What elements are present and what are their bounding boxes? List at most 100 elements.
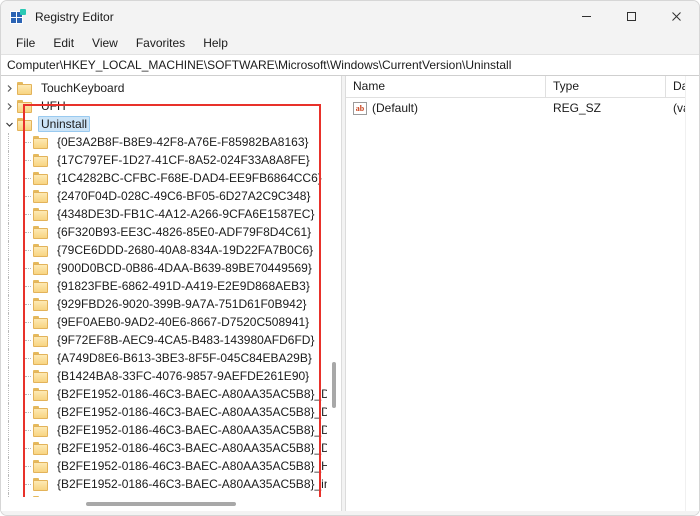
values-column-header: Name Type Data [346,76,699,98]
tree-guide-branch [17,367,33,385]
folder-icon [33,135,49,149]
folder-icon [33,351,49,365]
registry-tree-item[interactable]: {9F72EF8B-AEC9-4CA5-B483-143980AFD6FD} [1,331,341,349]
tree-guide [1,475,17,493]
registry-tree-item[interactable]: {79CE6DDD-2680-40A8-834A-19D22FA7B0C6} [1,241,341,259]
tree-vertical-scrollbar[interactable] [327,76,341,511]
registry-tree-item[interactable]: {B2FE1952-0186-46C3-BAEC-A80AA35AC5B8}_D… [1,439,341,457]
folder-icon [33,387,49,401]
chevron-down-icon[interactable] [1,120,17,129]
column-header-name[interactable]: Name [346,76,546,97]
registry-tree-item[interactable]: {A749D8E6-B613-3BE3-8F5F-045C84EBA29B} [1,349,341,367]
registry-key-label: {17C797EF-1D27-41CF-8A52-024F33A8A8FE} [57,153,310,167]
title-bar-left: Registry Editor [1,8,114,25]
folder-icon [33,153,49,167]
registry-values-pane: Name Type Data ab(Default)REG_SZ(value i [346,76,699,511]
tree-vertical-scroll-thumb[interactable] [332,362,336,408]
folder-icon [33,477,49,491]
registry-key-label: Uninstall [38,116,91,132]
tree-guide [1,259,17,277]
editor-content: TouchKeyboard UFH Uninstall {0E3A2B8F-B8E9-… [1,76,699,511]
folder-icon [33,279,49,293]
tree-guide [1,385,17,403]
registry-tree-item[interactable]: {B2FE1952-0186-46C3-BAEC-A80AA35AC5B8}_D… [1,421,341,439]
column-header-type[interactable]: Type [546,76,666,97]
tree-guide [1,439,17,457]
chevron-right-icon[interactable] [1,84,17,93]
tree-guide [1,313,17,331]
tree-guide-branch [17,331,33,349]
menu-item-favorites[interactable]: Favorites [127,34,194,52]
tree-guide [1,403,17,421]
tree-horizontal-scrollbar[interactable] [1,497,341,511]
chevron-right-icon[interactable] [1,102,17,111]
registry-tree-item[interactable]: UFH [1,97,341,115]
registry-key-label: {B2FE1952-0186-46C3-BAEC-A80AA35AC5B8}_D… [57,423,341,437]
registry-tree-item[interactable]: {B1424BA8-33FC-4076-9857-9AEFDE261E90} [1,367,341,385]
registry-tree-item[interactable]: {B2FE1952-0186-46C3-BAEC-A80AA35AC5B8}_D… [1,385,341,403]
registry-tree-item[interactable]: {929FBD26-9020-399B-9A7A-751D61F0B942} [1,295,341,313]
registry-tree-item[interactable]: {2470F04D-028C-49C6-BF05-6D27A2C9C348} [1,187,341,205]
tree-guide [1,133,17,151]
registry-tree-item[interactable]: {0E3A2B8F-B8E9-42F8-A76E-F85982BA8163} [1,133,341,151]
string-value-icon: ab [353,101,367,115]
registry-key-label: {9F72EF8B-AEC9-4CA5-B483-143980AFD6FD} [57,333,315,347]
menu-item-file[interactable]: File [7,34,44,52]
tree-guide [1,241,17,259]
values-list: ab(Default)REG_SZ(value i [346,98,699,118]
registry-tree-item[interactable]: {91823FBE-6862-491D-A419-E2E9D868AEB3} [1,277,341,295]
folder-icon [33,297,49,311]
minimize-button[interactable] [564,1,609,32]
registry-key-label: TouchKeyboard [41,81,125,95]
registry-tree-item[interactable]: {900D0BCD-0B86-4DAA-B639-89BE70449569} [1,259,341,277]
menu-item-edit[interactable]: Edit [44,34,83,52]
menu-item-view[interactable]: View [83,34,127,52]
tree-guide [1,205,17,223]
tree-guide [1,295,17,313]
menu-item-help[interactable]: Help [194,34,237,52]
tree-guide-branch [17,169,33,187]
registry-editor-icon [10,8,26,25]
folder-icon [33,369,49,383]
registry-tree-item[interactable]: Uninstall [1,115,341,133]
registry-tree-item[interactable]: {1C4282BC-CFBC-F68E-DAD4-EE9FB6864CC6} [1,169,341,187]
registry-tree-scroll: TouchKeyboard UFH Uninstall {0E3A2B8F-B8E9-… [1,76,341,511]
registry-tree-item[interactable]: {17C797EF-1D27-41CF-8A52-024F33A8A8FE} [1,151,341,169]
folder-icon [17,81,33,95]
status-bar [1,511,699,515]
registry-tree-item[interactable]: {6F320B93-EE3C-4826-85E0-ADF79F8D4C61} [1,223,341,241]
tree-guide [1,277,17,295]
registry-tree-item[interactable]: {B2FE1952-0186-46C3-BAEC-A80AA35AC5B8}_D… [1,403,341,421]
registry-tree-item[interactable]: {4348DE3D-FB1C-4A12-A266-9CFA6E1587EC} [1,205,341,223]
tree-guide [1,349,17,367]
tree-guide-branch [17,421,33,439]
tree-guide-branch [17,457,33,475]
tree-guide-branch [17,205,33,223]
value-type-cell: REG_SZ [553,101,602,115]
registry-key-label: {B2FE1952-0186-46C3-BAEC-A80AA35AC5B8}_D… [57,387,341,401]
tree-guide [1,457,17,475]
registry-key-label: {1C4282BC-CFBC-F68E-DAD4-EE9FB6864CC6} [57,171,322,185]
tree-horizontal-scroll-thumb[interactable] [86,502,236,506]
registry-tree-item[interactable]: {9EF0AEB0-9AD2-40E6-8667-D7520C508941} [1,313,341,331]
address-bar[interactable]: Computer\HKEY_LOCAL_MACHINE\SOFTWARE\Mic… [1,54,699,76]
registry-key-label: {B1424BA8-33FC-4076-9857-9AEFDE261E90} [57,369,310,383]
tree-guide-branch [17,277,33,295]
registry-tree-item[interactable]: {B2FE1952-0186-46C3-BAEC-A80AA35AC5B8}_H… [1,457,341,475]
values-vertical-scrollbar[interactable] [685,76,699,511]
value-row[interactable]: ab(Default)REG_SZ(value i [346,98,699,118]
folder-icon [33,333,49,347]
tree-guide-branch [17,241,33,259]
tree-guide-branch [17,349,33,367]
close-button[interactable] [654,1,699,32]
folder-icon [33,315,49,329]
tree-guide-branch [17,439,33,457]
registry-tree-item[interactable]: TouchKeyboard [1,79,341,97]
title-bar: Registry Editor [1,1,699,32]
registry-tree-item[interactable]: {B2FE1952-0186-46C3-BAEC-A80AA35AC5B8}_i… [1,475,341,493]
tree-guide-branch [17,313,33,331]
maximize-button[interactable] [609,1,654,32]
tree-guide-branch [17,475,33,493]
registry-key-label: UFH [41,99,66,113]
tree-guide [1,331,17,349]
